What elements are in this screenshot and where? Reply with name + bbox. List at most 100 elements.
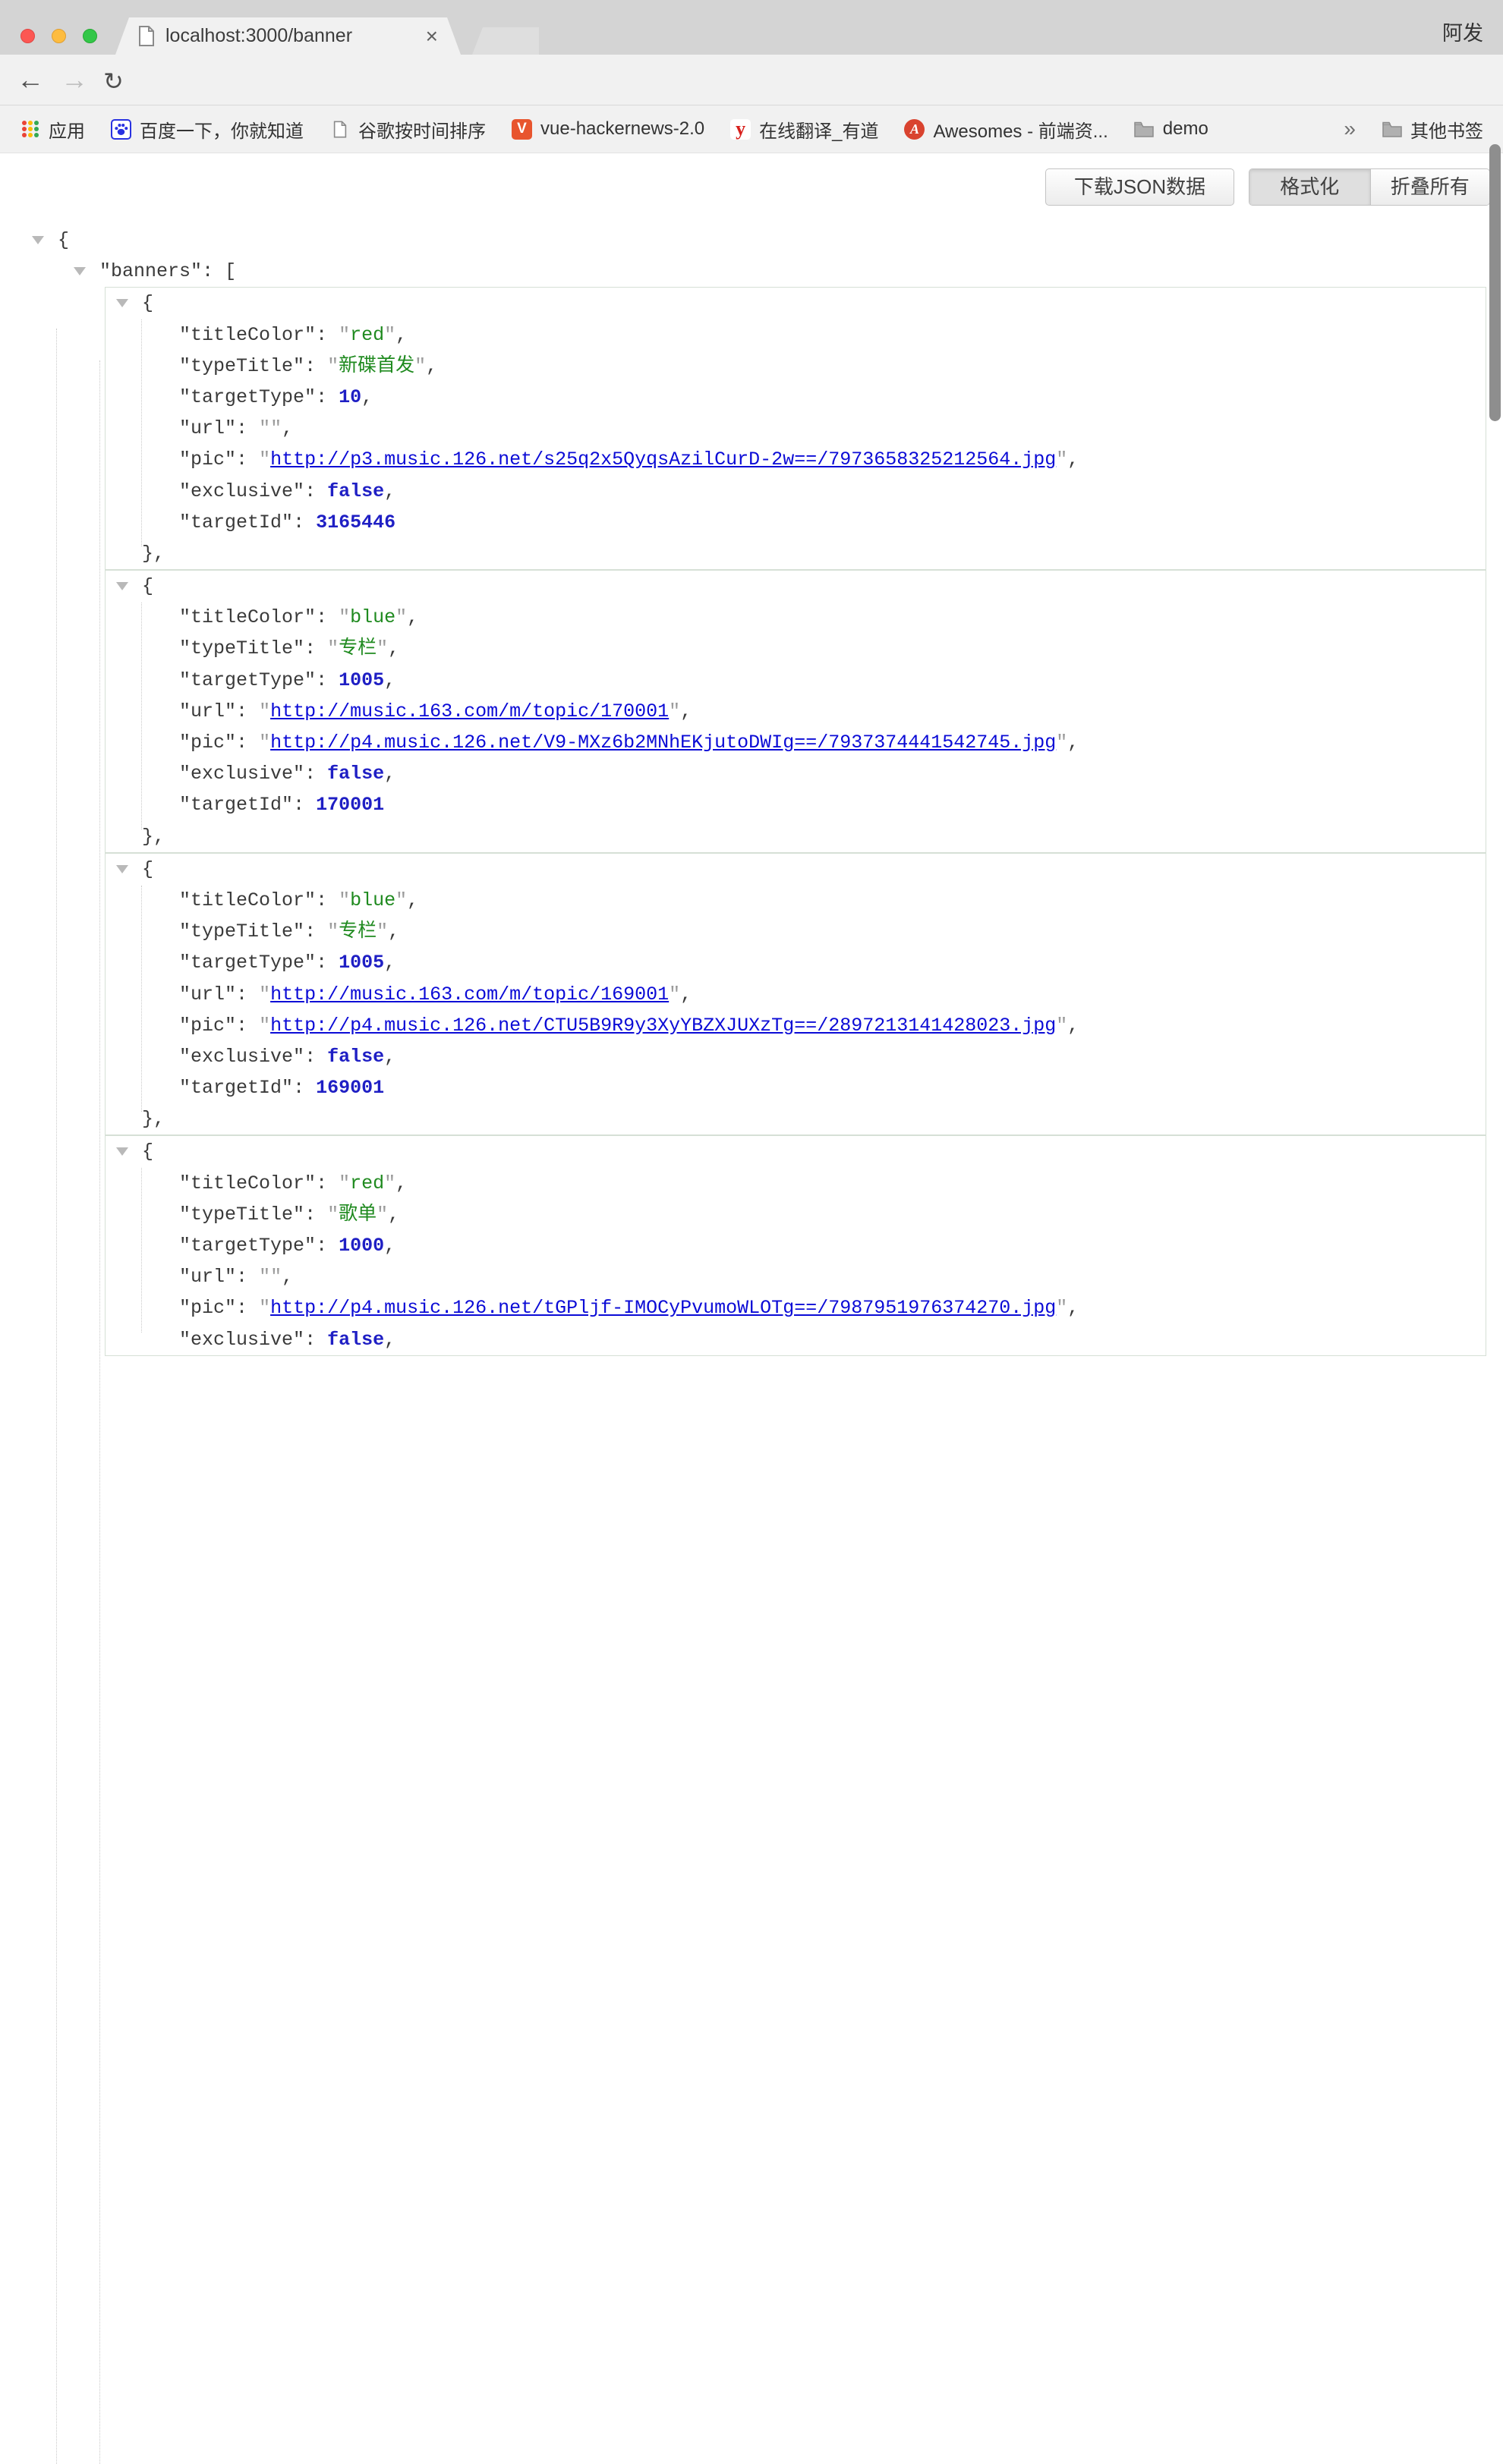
bookmark-google-sort[interactable]: 谷歌按时间排序	[329, 116, 486, 143]
format-button[interactable]: 格式化	[1249, 169, 1371, 205]
reload-button[interactable]: ↻	[103, 67, 124, 96]
window-zoom-button[interactable]	[83, 29, 97, 43]
collapse-triangle-icon[interactable]	[116, 865, 128, 873]
json-line-targetType: targetType: 1005,	[106, 665, 1486, 696]
json-line-targetId: targetId: 170001	[106, 789, 1486, 820]
json-line-targetType: targetType: 1005,	[106, 947, 1486, 978]
json-line-pic: pic: http://p4.music.126.net/V9-MXz6b2MN…	[106, 727, 1486, 758]
json-line-url: url: ,	[106, 1261, 1486, 1292]
window-close-button[interactable]	[20, 29, 35, 43]
json-line-typeTitle: typeTitle: 专栏,	[106, 916, 1486, 947]
browser-tab[interactable]: localhost:3000/banner ×	[115, 17, 461, 55]
bookmark-others-folder[interactable]: 其他书签	[1382, 116, 1483, 143]
apps-grid-icon	[20, 119, 40, 140]
json-boolean-value: false	[327, 1046, 384, 1068]
bookmark-vue-hackernews[interactable]: V vue-hackernews-2.0	[512, 118, 704, 140]
bookmarks-bar: 应用 百度一下，你就知道 谷歌按时间排序 V vue-hackernews-2.…	[0, 105, 1503, 153]
pic-url-link[interactable]: http://p4.music.126.net/tGPljf-IMOCyPvum…	[270, 1297, 1056, 1319]
indent-guide	[141, 886, 142, 1112]
back-button[interactable]: ←	[17, 65, 44, 94]
indent-guide	[99, 360, 100, 2464]
json-number-value: 170001	[316, 794, 384, 816]
json-line-exclusive: exclusive: false,	[106, 476, 1486, 507]
json-line-exclusive: exclusive: false,	[106, 1324, 1486, 1355]
pic-url-link[interactable]: http://p3.music.126.net/s25q2x5QyqsAzilC…	[270, 448, 1056, 470]
json-line-typeTitle: typeTitle: 歌单,	[106, 1199, 1486, 1230]
json-number-value: 169001	[316, 1077, 384, 1099]
window-minimize-button[interactable]	[52, 29, 66, 43]
bookmark-awesomes[interactable]: A Awesomes - 前端资...	[904, 116, 1108, 143]
browser-toolbar: ← → ↻ i localhost:3000/banner ☆ V 英 FE T…	[0, 55, 1503, 105]
pic-url-link[interactable]: http://p4.music.126.net/V9-MXz6b2MNhEKju…	[270, 732, 1056, 754]
bookmark-demo-folder[interactable]: demo	[1134, 118, 1208, 140]
collapse-triangle-icon[interactable]	[116, 1147, 128, 1156]
json-viewer: { banners: [ { titleColor: red, typeTitl…	[0, 225, 1503, 1356]
banner-object-3: { titleColor: blue, typeTitle: 专栏, targe…	[105, 853, 1486, 1136]
json-line-pic: pic: http://p4.music.126.net/CTU5B9R9y3X…	[106, 1010, 1486, 1041]
json-root-line: {	[0, 225, 1503, 256]
indent-guide	[141, 319, 142, 546]
youdao-icon: y	[730, 119, 751, 140]
collapse-triangle-icon[interactable]	[74, 267, 86, 275]
bookmark-apps[interactable]: 应用	[20, 116, 85, 143]
scrollbar-thumb[interactable]	[1489, 144, 1501, 421]
json-banners-line: banners: [	[0, 256, 1503, 287]
indent-guide	[141, 603, 142, 829]
topic-url-link[interactable]: http://music.163.com/m/topic/170001	[270, 700, 669, 722]
download-json-button[interactable]: 下载JSON数据	[1045, 168, 1234, 206]
json-string-value: 新碟首发	[327, 355, 426, 377]
folder-icon	[1382, 119, 1402, 140]
json-boolean-value: false	[327, 480, 384, 502]
json-key: banners	[99, 260, 202, 282]
topic-url-link[interactable]: http://music.163.com/m/topic/169001	[270, 983, 669, 1005]
banner-object-4: { titleColor: red, typeTitle: 歌单, target…	[105, 1135, 1486, 1355]
json-string-value: red	[339, 1172, 395, 1194]
page-icon	[329, 119, 350, 140]
json-number-value: 1005	[339, 669, 384, 691]
bookmark-youdao[interactable]: y 在线翻译_有道	[730, 116, 878, 143]
collapse-triangle-icon[interactable]	[116, 299, 128, 307]
json-line-typeTitle: typeTitle: 新碟首发,	[106, 351, 1486, 382]
collapse-all-button[interactable]: 折叠所有	[1371, 169, 1490, 205]
baidu-paw-icon	[111, 119, 131, 140]
json-string-value: blue	[339, 606, 407, 628]
forward-button[interactable]: →	[61, 65, 88, 94]
collapse-triangle-icon[interactable]	[32, 236, 44, 244]
tab-strip: localhost:3000/banner × 阿发	[0, 0, 1503, 55]
json-empty-string	[259, 1266, 282, 1288]
bookmarks-overflow-chevron[interactable]: »	[1344, 117, 1356, 141]
json-line-url: url: http://music.163.com/m/topic/170001…	[106, 696, 1486, 727]
json-number-value: 1005	[339, 952, 384, 974]
banner-object-2: { titleColor: blue, typeTitle: 专栏, targe…	[105, 570, 1486, 853]
json-line-typeTitle: typeTitle: 专栏,	[106, 633, 1486, 664]
json-line-targetType: targetType: 10,	[106, 382, 1486, 413]
json-number-value: 10	[339, 386, 361, 408]
pic-url-link[interactable]: http://p4.music.126.net/CTU5B9R9y3XyYBZX…	[270, 1015, 1056, 1037]
new-tab-button[interactable]	[472, 27, 539, 55]
json-line-url: url: ,	[106, 413, 1486, 444]
tab-close-icon[interactable]: ×	[426, 26, 438, 47]
json-line-targetId: targetId: 3165446	[106, 507, 1486, 538]
json-link-value: http://p4.music.126.net/CTU5B9R9y3XyYBZX…	[259, 1015, 1067, 1037]
bookmark-baidu[interactable]: 百度一下，你就知道	[111, 116, 304, 143]
json-line-url: url: http://music.163.com/m/topic/169001…	[106, 979, 1486, 1010]
json-line-exclusive: exclusive: false,	[106, 1041, 1486, 1072]
json-line-exclusive: exclusive: false,	[106, 758, 1486, 789]
json-line-pic: pic: http://p4.music.126.net/tGPljf-IMOC…	[106, 1292, 1486, 1323]
view-toggle-group: 格式化 折叠所有	[1249, 168, 1490, 206]
json-number-value: 3165446	[316, 511, 395, 533]
json-string-value: 歌单	[327, 1204, 388, 1226]
json-line-titleColor: titleColor: blue,	[106, 602, 1486, 633]
page-content: 下载JSON数据 格式化 折叠所有 { banners: [ { titleCo…	[0, 154, 1503, 1331]
profile-name[interactable]: 阿发	[1442, 17, 1483, 46]
json-line-targetId: targetId: 169001	[106, 1072, 1486, 1103]
collapse-triangle-icon[interactable]	[116, 582, 128, 590]
json-string-value: blue	[339, 889, 407, 911]
page-icon	[138, 26, 155, 46]
banner-object-1: { titleColor: red, typeTitle: 新碟首发, targ…	[105, 287, 1486, 570]
indent-guide	[141, 1168, 142, 1332]
json-line-pic: pic: http://p3.music.126.net/s25q2x5Qyqs…	[106, 444, 1486, 475]
json-boolean-value: false	[327, 763, 384, 785]
json-link-value: http://p4.music.126.net/tGPljf-IMOCyPvum…	[259, 1297, 1067, 1319]
json-line-titleColor: titleColor: blue,	[106, 885, 1486, 916]
